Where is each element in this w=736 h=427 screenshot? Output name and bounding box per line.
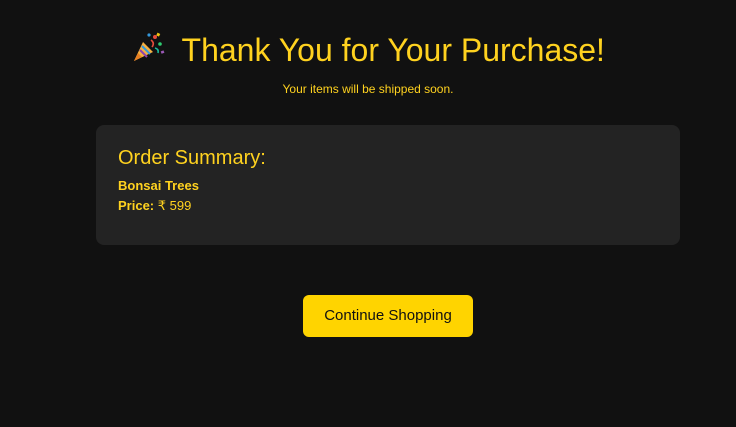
party-popper-icon bbox=[131, 30, 165, 64]
page-title: Thank You for Your Purchase! bbox=[181, 32, 605, 68]
order-item-name: Bonsai Trees bbox=[118, 178, 199, 193]
page-subtitle: Your items will be shipped soon. bbox=[282, 82, 454, 96]
price-label: Price: bbox=[118, 198, 155, 213]
order-summary-card: Order Summary: Bonsai Trees Price: ₹ 599 bbox=[96, 125, 680, 245]
continue-shopping-button[interactable]: Continue Shopping bbox=[303, 295, 473, 337]
title-row: Thank You for Your Purchase! bbox=[0, 30, 736, 70]
order-summary-heading: Order Summary: bbox=[118, 147, 266, 169]
confirmation-page: Thank You for Your Purchase! Your items … bbox=[0, 0, 736, 427]
order-price-row: Price: ₹ 599 bbox=[118, 197, 191, 214]
price-value: ₹ 599 bbox=[157, 198, 192, 213]
